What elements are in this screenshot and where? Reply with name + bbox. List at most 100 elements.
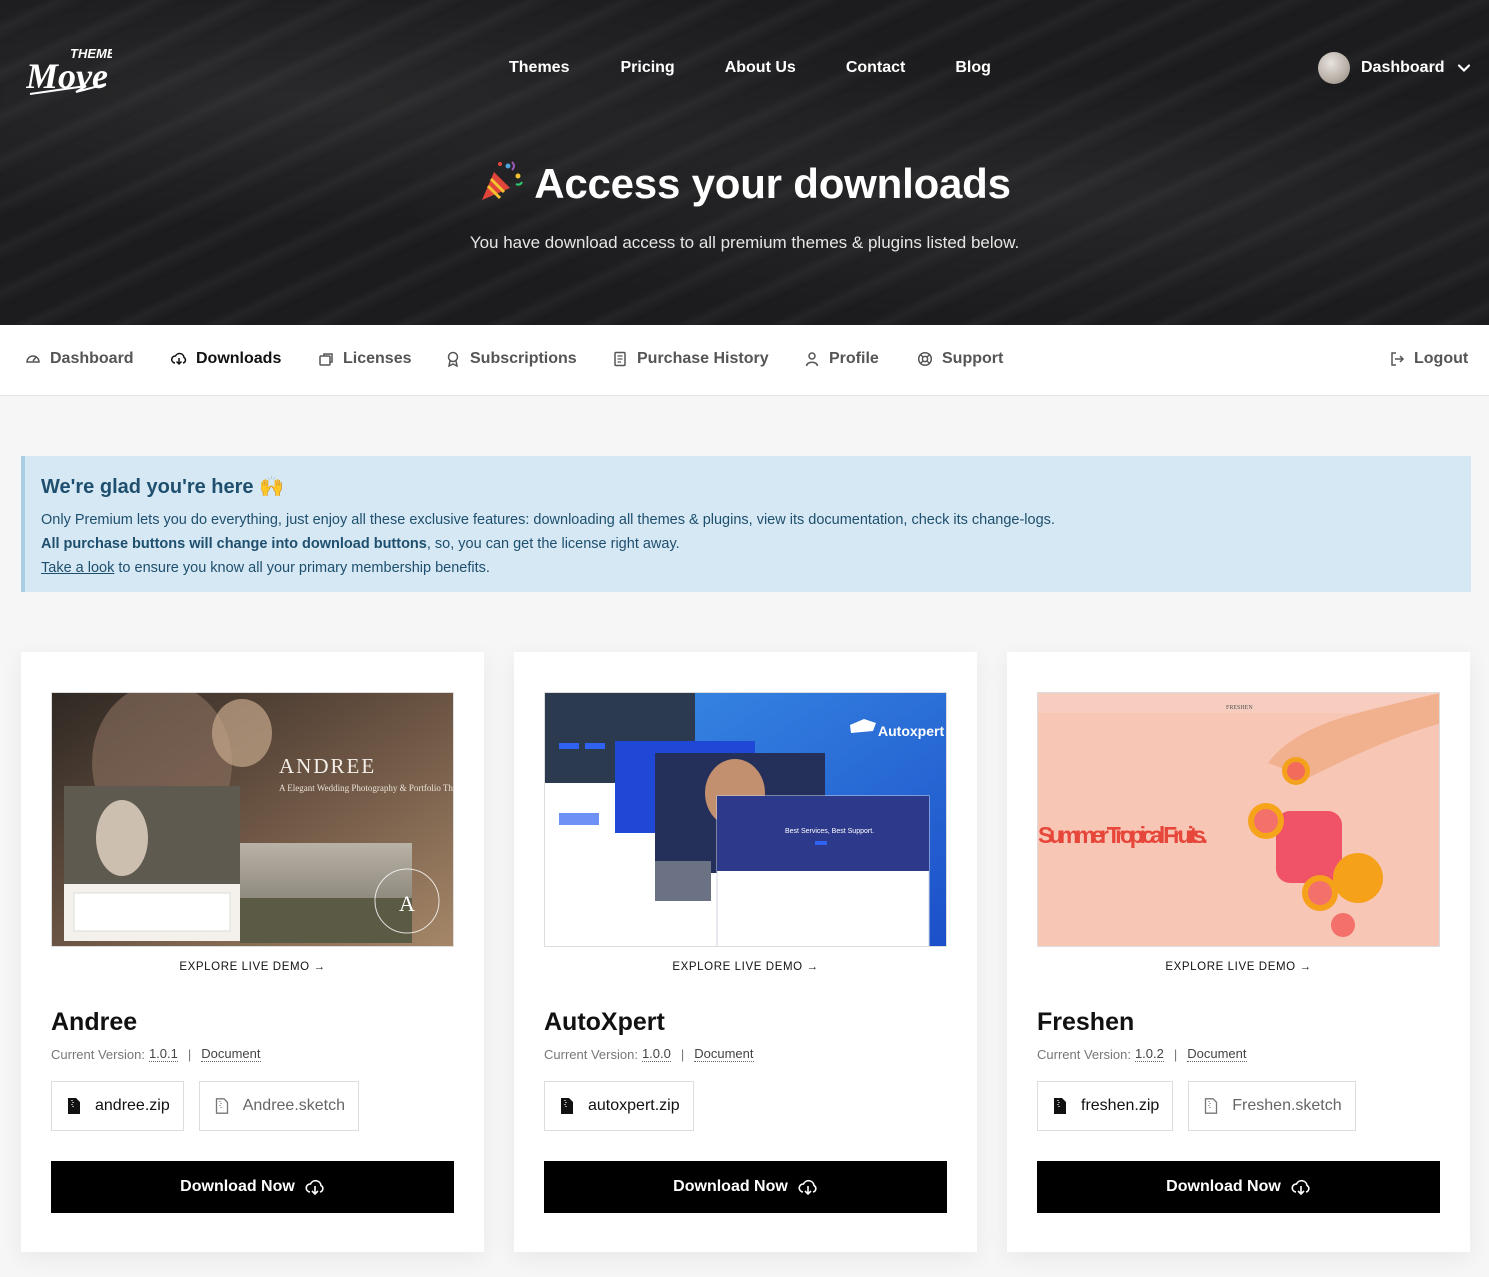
autoxpert-thumb-sub: Best Services, Best Support. xyxy=(785,828,874,835)
file-name: andree.zip xyxy=(95,1097,170,1114)
document-link[interactable]: Document xyxy=(694,1046,754,1062)
file-list: andree.zip Andree.sketch xyxy=(51,1081,374,1131)
freshen-thumb-heading: Summer Tropical Fruits. xyxy=(1038,822,1208,848)
arrow-right-icon: → xyxy=(1299,961,1312,973)
tab-licenses-label: Licenses xyxy=(343,350,412,367)
notice-line-2-bold: All purchase buttons will change into do… xyxy=(41,536,427,552)
autoxpert-thumb-heading: Autoxpert xyxy=(878,723,944,739)
badge-icon xyxy=(447,351,459,367)
explore-label: EXPLORE LIVE DEMO xyxy=(1165,961,1296,973)
theme-thumbnail[interactable]: Best Services, Best Support. Autoxpert xyxy=(544,692,947,947)
theme-meta: Current Version: 1.0.1 | Document xyxy=(51,1046,261,1062)
file-zip-button[interactable]: freshen.zip xyxy=(1037,1081,1174,1131)
explore-live-demo-link[interactable]: EXPLORE LIVE DEMO → xyxy=(21,961,484,973)
svg-text:A: A xyxy=(399,891,415,916)
hero-subtitle: You have download access to all premium … xyxy=(469,233,1020,252)
tab-purchase-history[interactable]: Purchase History xyxy=(612,350,769,368)
tab-profile-label: Profile xyxy=(829,350,879,367)
user-menu[interactable]: Dashboard xyxy=(1318,52,1471,84)
tab-licenses[interactable]: Licenses xyxy=(318,350,411,368)
tab-downloads[interactable]: Downloads xyxy=(171,350,281,368)
notice-line-2: All purchase buttons will change into do… xyxy=(41,532,1455,556)
document-link[interactable]: Document xyxy=(201,1046,261,1062)
andree-preview-image: ANDREE A Elegant Wedding Photography & P… xyxy=(52,693,454,946)
autoxpert-preview-image: Best Services, Best Support. Autoxpert xyxy=(545,693,946,946)
download-now-button[interactable]: Download Now xyxy=(51,1161,454,1213)
theme-card-autoxpert: Best Services, Best Support. Autoxpert E… xyxy=(514,652,977,1252)
version-number[interactable]: 1.0.0 xyxy=(641,1046,671,1062)
theme-name: Freshen xyxy=(1037,1008,1135,1036)
notice-line-3-rest: to ensure you know all your primary memb… xyxy=(114,560,490,576)
theme-card-freshen: FRESHEN Summer Tropical Fruits. EXPLORE … xyxy=(1007,652,1470,1252)
file-name: Andree.sketch xyxy=(242,1097,345,1114)
download-now-button[interactable]: Download Now xyxy=(544,1161,947,1213)
take-a-look-link[interactable]: Take a look xyxy=(41,560,114,576)
cloud-download-icon xyxy=(305,1179,324,1196)
zip-file-icon xyxy=(68,1098,80,1114)
chevron-down-icon xyxy=(1457,64,1470,73)
cloud-download-icon xyxy=(171,352,187,366)
nav-themes[interactable]: Themes xyxy=(509,58,569,78)
tab-purchase-history-label: Purchase History xyxy=(637,350,769,367)
account-tabs: Dashboard Downloads Licenses Subscriptio… xyxy=(0,325,1489,396)
meta-separator: | xyxy=(1173,1046,1178,1062)
explore-live-demo-link[interactable]: EXPLORE LIVE DEMO → xyxy=(514,961,977,973)
tab-support-label: Support xyxy=(942,350,1004,367)
file-list: freshen.zip Freshen.sketch xyxy=(1037,1081,1371,1131)
theme-name: Andree xyxy=(51,1008,138,1036)
notice-line-2-rest: , so, you can get the license right away… xyxy=(426,536,680,552)
logo-text-main: Move xyxy=(26,56,108,96)
page-title: Access your downloads xyxy=(0,158,1489,208)
theme-card-andree: ANDREE A Elegant Wedding Photography & P… xyxy=(21,652,484,1252)
theme-meta: Current Version: 1.0.2 | Document xyxy=(1037,1046,1247,1062)
key-icon xyxy=(319,353,333,366)
document-link[interactable]: Document xyxy=(1187,1046,1247,1062)
party-popper-icon xyxy=(482,161,524,200)
logout-label: Logout xyxy=(1414,350,1469,367)
nav-blog[interactable]: Blog xyxy=(955,58,991,78)
tab-subscriptions-label: Subscriptions xyxy=(470,350,577,367)
theme-thumbnail[interactable]: ANDREE A Elegant Wedding Photography & P… xyxy=(51,692,454,947)
nav-contact[interactable]: Contact xyxy=(846,58,906,78)
hero-header: THEME Move Themes Pricing About Us Conta… xyxy=(0,0,1489,325)
freshen-thumb-sub: FRESHEN xyxy=(1226,705,1253,711)
thememove-logo[interactable]: THEME Move xyxy=(26,44,112,98)
logout-button[interactable]: Logout xyxy=(1389,350,1468,368)
explore-label: EXPLORE LIVE DEMO xyxy=(672,961,803,973)
freshen-preview-image: FRESHEN Summer Tropical Fruits. xyxy=(1038,693,1439,946)
andree-thumb-sub: A Elegant Wedding Photography & Portfoli… xyxy=(279,783,454,793)
download-button-label: Download Now xyxy=(1166,1178,1281,1195)
theme-thumbnail[interactable]: FRESHEN Summer Tropical Fruits. xyxy=(1037,692,1440,947)
nav-pricing[interactable]: Pricing xyxy=(620,58,674,78)
file-sketch-button[interactable]: Andree.sketch xyxy=(198,1081,359,1131)
user-menu-label: Dashboard xyxy=(1361,59,1445,76)
version-number[interactable]: 1.0.2 xyxy=(1134,1046,1164,1062)
download-now-button[interactable]: Download Now xyxy=(1037,1161,1440,1213)
meta-separator: | xyxy=(187,1046,192,1062)
version-label: Current Version: xyxy=(544,1046,638,1062)
tab-dashboard-label: Dashboard xyxy=(50,350,134,367)
tab-dashboard[interactable]: Dashboard xyxy=(25,350,134,368)
file-zip-button[interactable]: autoxpert.zip xyxy=(544,1081,694,1131)
explore-live-demo-link[interactable]: EXPLORE LIVE DEMO → xyxy=(1007,961,1470,973)
file-name: autoxpert.zip xyxy=(588,1097,680,1114)
file-zip-button[interactable]: andree.zip xyxy=(51,1081,184,1131)
avatar xyxy=(1318,52,1350,84)
file-name: Freshen.sketch xyxy=(1232,1097,1342,1114)
file-sketch-button[interactable]: Freshen.sketch xyxy=(1188,1081,1356,1131)
file-name: freshen.zip xyxy=(1081,1097,1160,1114)
nav-about-us[interactable]: About Us xyxy=(725,58,796,78)
theme-meta: Current Version: 1.0.0 | Document xyxy=(544,1046,754,1062)
hero-title-text: Access your downloads xyxy=(534,160,1011,207)
cloud-download-icon xyxy=(798,1179,817,1196)
tab-support[interactable]: Support xyxy=(917,350,1003,368)
notice-line-3: Take a look to ensure you know all your … xyxy=(41,556,1455,580)
tab-profile[interactable]: Profile xyxy=(804,350,879,368)
version-number[interactable]: 1.0.1 xyxy=(148,1046,178,1062)
receipt-icon xyxy=(614,351,626,367)
cloud-download-icon xyxy=(1291,1179,1310,1196)
tab-subscriptions[interactable]: Subscriptions xyxy=(445,350,577,368)
top-navigation: Themes Pricing About Us Contact Blog xyxy=(509,58,1041,78)
zip-file-icon xyxy=(561,1098,573,1114)
theme-name: AutoXpert xyxy=(544,1008,665,1036)
